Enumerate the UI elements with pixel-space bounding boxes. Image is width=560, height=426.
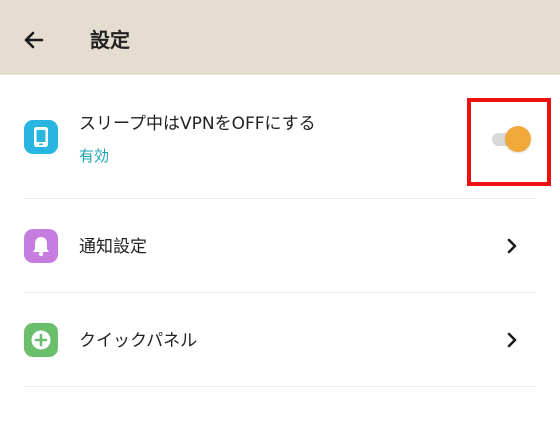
chevron-right-icon[interactable] — [500, 234, 524, 258]
divider — [24, 386, 536, 387]
phone-icon — [24, 120, 58, 154]
setting-title: スリープ中はVPNをOFFにする — [79, 114, 316, 134]
vpn-sleep-toggle[interactable] — [489, 126, 531, 152]
page-title: 設定 — [90, 28, 130, 52]
divider — [24, 198, 536, 199]
setting-title: 通知設定 — [79, 237, 147, 257]
plus-circle-icon — [24, 323, 58, 357]
setting-title: クイックパネル — [79, 331, 198, 351]
setting-row-vpn-sleep[interactable]: スリープ中はVPNをOFFにする 有効 — [0, 97, 560, 197]
toggle-knob — [505, 126, 531, 152]
bell-icon — [24, 229, 58, 263]
chevron-right-icon[interactable] — [500, 328, 524, 352]
settings-screen: 設定 スリープ中はVPNをOFFにする 有効 通知設定 クイックパネル — [0, 0, 560, 426]
setting-row-quick-panel[interactable]: クイックパネル — [0, 294, 560, 386]
arrow-left-icon — [24, 31, 44, 49]
app-bar: 設定 — [0, 0, 560, 75]
back-button[interactable] — [14, 22, 54, 58]
divider — [24, 292, 536, 293]
setting-status: 有効 — [79, 147, 110, 165]
setting-row-notifications[interactable]: 通知設定 — [0, 200, 560, 292]
